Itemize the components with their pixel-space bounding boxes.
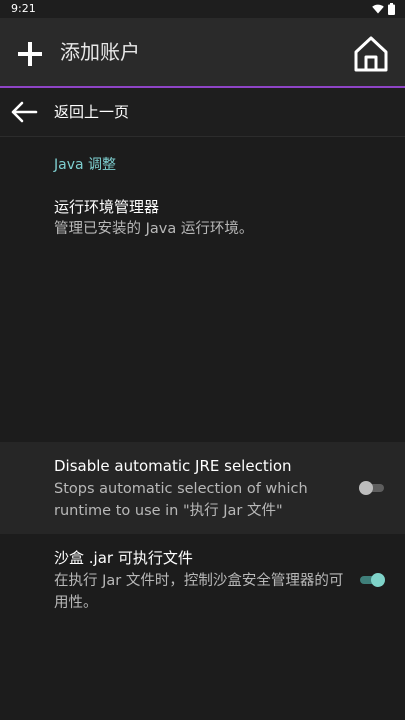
home-icon — [354, 36, 388, 72]
arrow-left-icon[interactable] — [10, 100, 38, 124]
wifi-icon — [372, 4, 384, 14]
switch-thumb — [371, 573, 385, 587]
screen: 9:21 添加账户 返回上一页 Java 调整 运行环境管理器 管理已安装的 J… — [0, 0, 405, 720]
pref-summary: 在执行 Jar 文件时，控制沙盒安全管理器的可用性。 — [54, 573, 344, 611]
pref-summary: Stops automatic selection of which runti… — [54, 481, 308, 519]
app-title: 添加账户 — [60, 40, 140, 64]
battery-icon — [388, 3, 395, 15]
status-time: 9:21 — [11, 2, 36, 15]
app-bar: 添加账户 — [0, 18, 405, 86]
sandbox-jar-switch[interactable] — [360, 573, 385, 587]
section-title: Java 调整 — [54, 157, 117, 173]
back-label[interactable]: 返回上一页 — [54, 101, 129, 123]
status-icons — [372, 3, 395, 15]
back-row[interactable]: 返回上一页 — [0, 88, 405, 137]
home-button[interactable] — [351, 34, 391, 74]
add-account-button[interactable] — [14, 38, 46, 70]
pref-title[interactable]: 运行环境管理器 — [54, 196, 159, 218]
pref-title[interactable]: 沙盒 .jar 可执行文件 — [54, 547, 193, 569]
auto-jre-switch[interactable] — [359, 481, 384, 495]
pref-summary: 管理已安装的 Java 运行环境。 — [54, 221, 254, 237]
status-bar: 9:21 — [0, 0, 405, 18]
plus-icon — [18, 42, 42, 66]
pref-title[interactable]: Disable automatic JRE selection — [54, 455, 292, 477]
switch-thumb — [359, 481, 373, 495]
